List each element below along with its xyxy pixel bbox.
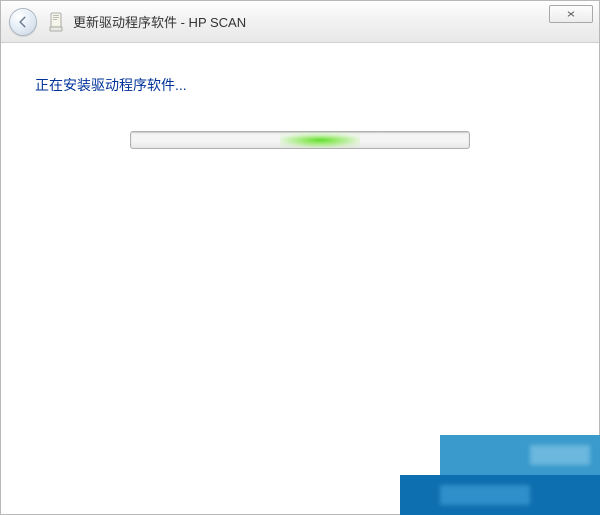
back-button[interactable]: [9, 8, 37, 36]
device-icon: [47, 11, 65, 33]
close-button[interactable]: [549, 5, 593, 23]
back-arrow-icon: [16, 15, 30, 29]
dialog-window: 更新驱动程序软件 - HP SCAN 正在安装驱动程序软件...: [0, 0, 600, 515]
close-icon: [564, 9, 578, 19]
status-text: 正在安装驱动程序软件...: [35, 75, 567, 95]
window-title: 更新驱动程序软件 - HP SCAN: [73, 12, 591, 31]
content-area: 正在安装驱动程序软件...: [1, 43, 599, 514]
progress-bar: [130, 131, 470, 149]
titlebar: 更新驱动程序软件 - HP SCAN: [1, 1, 599, 43]
